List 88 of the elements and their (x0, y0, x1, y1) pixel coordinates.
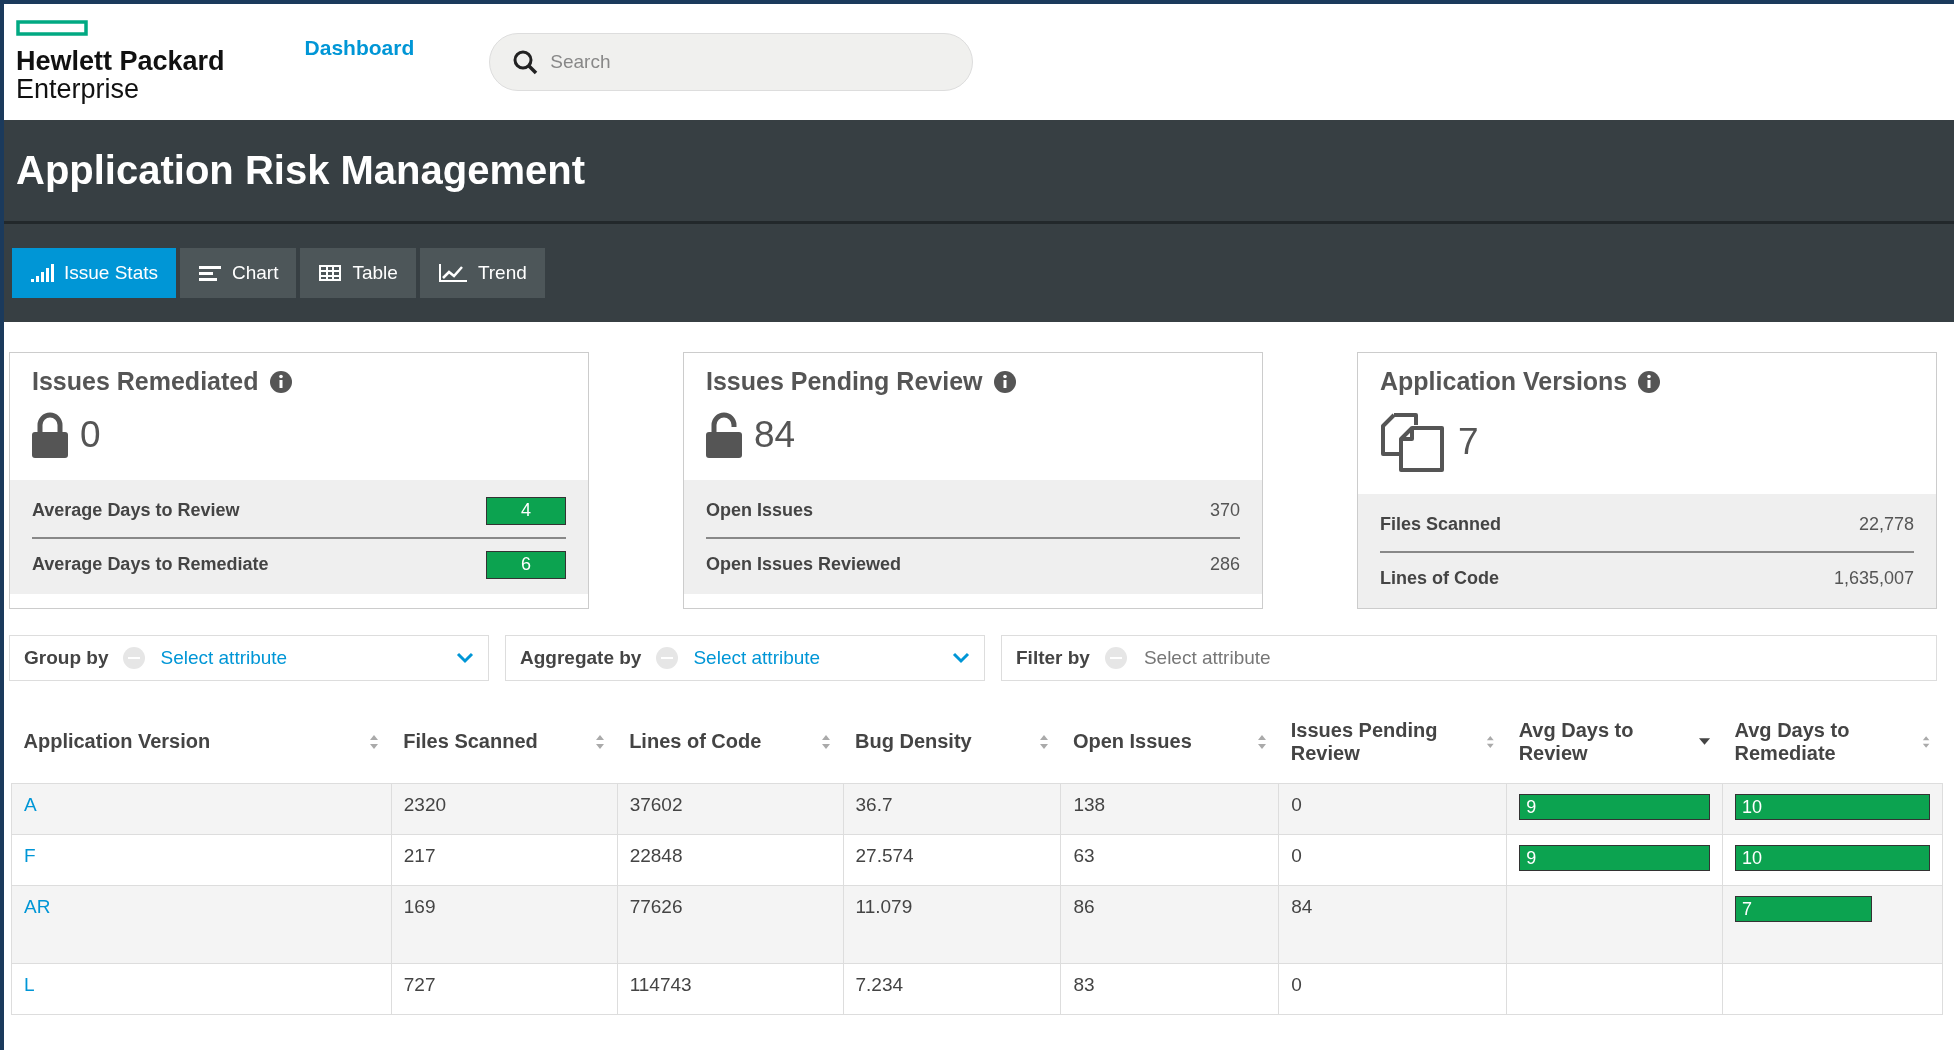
table-cell: 0 (1291, 844, 1302, 866)
card-title: Application Versions (1380, 367, 1628, 396)
stat-value: 84 (754, 414, 796, 456)
table-cell: 169 (403, 895, 436, 917)
table-cell: 0 (1291, 973, 1302, 995)
sort-icon[interactable] (1038, 734, 1049, 749)
stat-label: Average Days to Remediate (32, 554, 269, 575)
column-header[interactable]: Files Scanned (403, 730, 538, 754)
stat-value: 0 (80, 414, 101, 456)
search-field[interactable]: Search (489, 33, 974, 91)
stat-label: Open Issues (706, 500, 814, 521)
filter-label: Aggregate by (520, 647, 642, 669)
table-cell: 7.234 (855, 973, 904, 995)
days-badge: 4 (486, 496, 566, 525)
signal-bars-icon (30, 263, 54, 283)
filter-label: Group by (24, 647, 109, 669)
column-header[interactable]: Bug Density (855, 730, 972, 754)
column-header[interactable]: Open Issues (1072, 730, 1192, 754)
logo-text: Hewlett Packard (16, 47, 225, 75)
lock-icon (32, 412, 68, 458)
text-lines-icon (198, 263, 222, 283)
days-value: 9 (1526, 846, 1537, 870)
table-cell: 114743 (629, 973, 692, 995)
sort-icon[interactable] (369, 734, 380, 749)
logo-bar-icon (16, 19, 88, 36)
filter-label: Filter by (1016, 647, 1090, 669)
info-icon[interactable] (1637, 369, 1662, 394)
view-tab[interactable]: Trend (419, 248, 545, 298)
table-cell: 2320 (403, 793, 447, 815)
view-tab[interactable]: Chart (180, 248, 297, 298)
table-cell: 11.079 (855, 895, 913, 917)
card-title: Issues Pending Review (706, 367, 983, 396)
sort-down-icon[interactable] (1699, 737, 1711, 746)
column-header[interactable]: Issues Pending Review (1290, 718, 1481, 765)
table-cell: 0 (1291, 793, 1302, 815)
card-title: Issues Remediated (32, 367, 259, 396)
filter-field[interactable]: Filter by Select attribute (1001, 635, 1937, 681)
minus-circle-icon (655, 646, 680, 670)
table-cell: 86 (1073, 895, 1095, 917)
column-header[interactable]: Avg Days to Remediate (1734, 718, 1917, 765)
table-cell: 83 (1073, 973, 1095, 995)
info-icon[interactable] (268, 369, 293, 394)
stat-number: 22,778 (1858, 514, 1914, 535)
documents-icon (1380, 412, 1446, 472)
minus-circle-icon (122, 646, 147, 670)
table-cell: 138 (1073, 793, 1106, 815)
table-cell: 727 (403, 973, 436, 995)
table-cell: 27.574 (855, 844, 914, 866)
stat-number: 1,635,007 (1833, 568, 1914, 589)
line-chart-icon (437, 263, 468, 283)
search-icon (512, 49, 539, 75)
sort-icon[interactable] (1256, 734, 1267, 749)
table-cell: 84 (1291, 895, 1313, 917)
column-header[interactable]: Lines of Code (629, 730, 762, 754)
table-cell: 63 (1073, 844, 1095, 866)
stat-number: 286 (1209, 554, 1240, 575)
stat-label: Average Days to Review (32, 500, 240, 521)
sort-icon[interactable] (1922, 734, 1931, 749)
table-cell: 77626 (629, 895, 683, 917)
stat-label: Files Scanned (1380, 514, 1502, 535)
chevron-down-icon (456, 652, 474, 664)
stat-value: 7 (1458, 421, 1479, 463)
logo-text: Enterprise (16, 74, 141, 105)
sort-icon[interactable] (595, 734, 606, 749)
grid-icon (318, 263, 343, 283)
stat-label: Open Issues Reviewed (706, 554, 902, 575)
open-lock-icon (706, 412, 742, 458)
table-cell: 36.7 (855, 793, 893, 815)
info-icon[interactable] (992, 369, 1017, 394)
table-cell: 37602 (629, 793, 683, 815)
days-value: 10 (1742, 795, 1763, 819)
column-header[interactable]: Application Version (23, 730, 211, 754)
view-tab[interactable]: Table (300, 248, 416, 298)
sort-icon[interactable] (821, 734, 831, 749)
stat-label: Lines of Code (1380, 568, 1499, 589)
chevron-down-icon (952, 652, 970, 664)
column-header[interactable]: Avg Days to Review (1518, 718, 1694, 765)
days-badge: 6 (486, 550, 566, 579)
days-value: 10 (1742, 846, 1763, 870)
sort-icon[interactable] (1486, 734, 1495, 749)
days-value: 7 (1742, 897, 1753, 921)
days-value: 9 (1526, 795, 1537, 819)
table-cell: 22848 (629, 844, 683, 866)
table-cell: 217 (403, 844, 436, 866)
stat-number: 370 (1209, 500, 1240, 521)
page-title: Application Risk Management (16, 148, 585, 193)
minus-circle-icon (1103, 646, 1128, 670)
search-input[interactable]: Search (548, 50, 951, 74)
